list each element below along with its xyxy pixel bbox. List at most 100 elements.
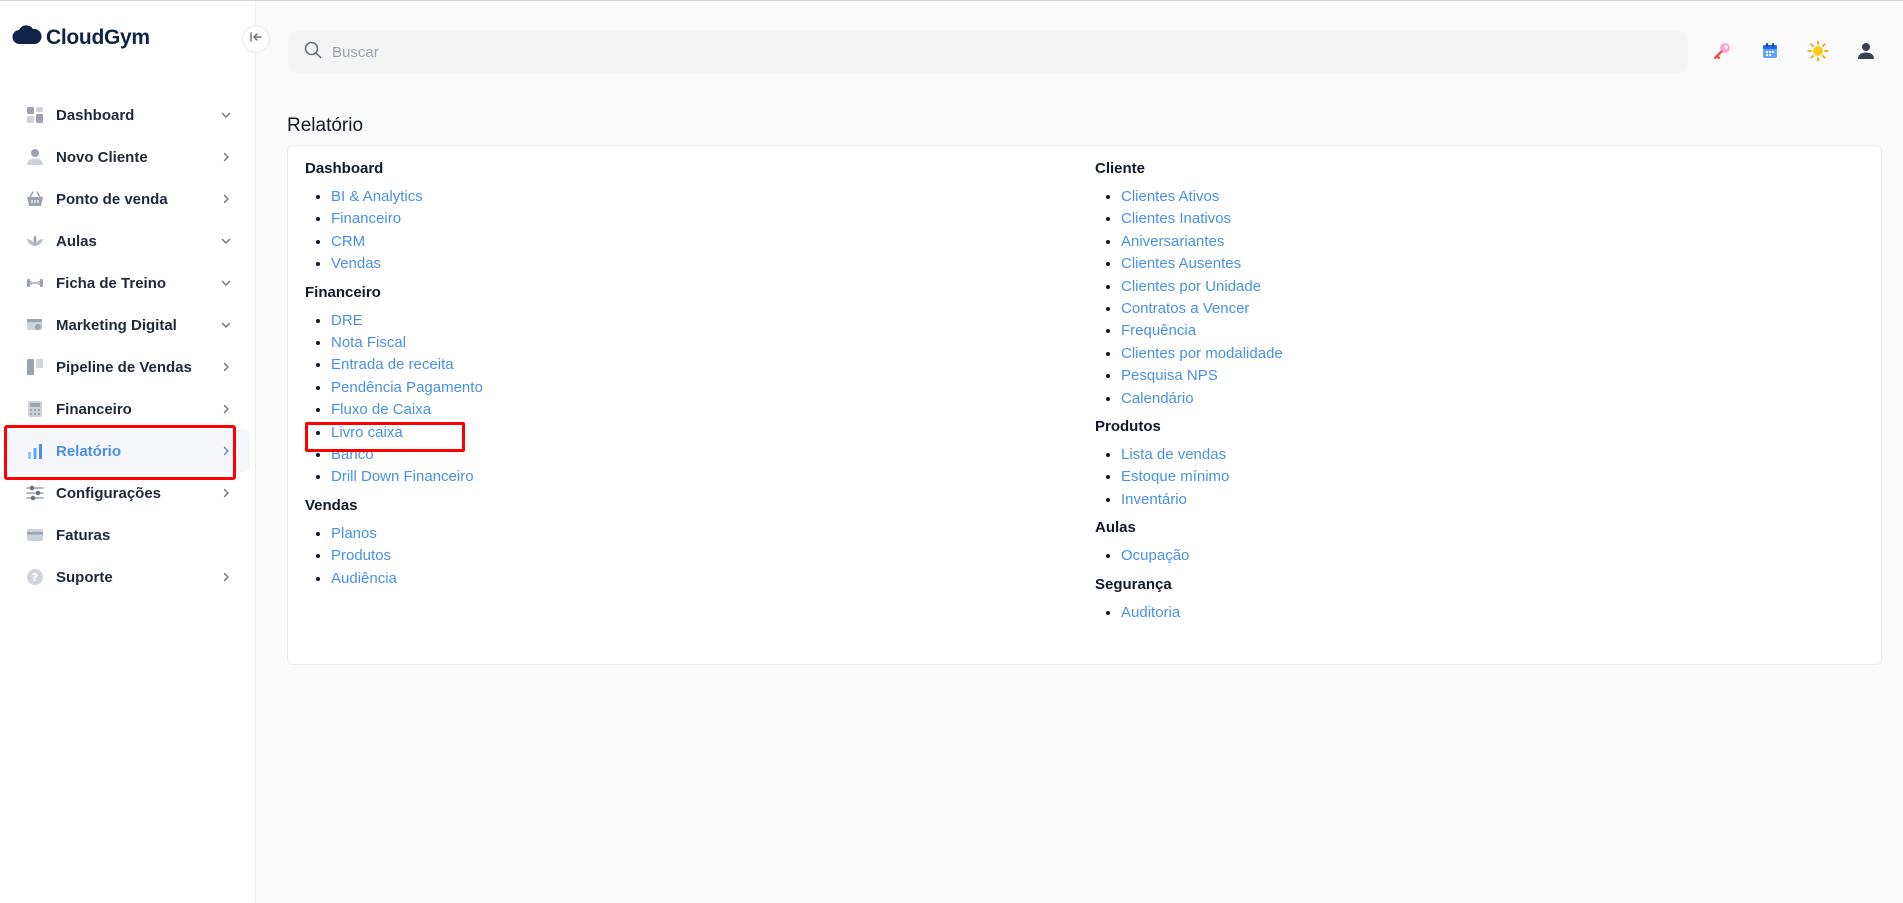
report-link-list: Auditoria [1095,602,1283,624]
list-item: BI & Analytics [331,186,483,208]
report-link-fluxo-de-caixa[interactable]: Fluxo de Caixa [331,401,431,418]
list-item: Pendência Pagamento [331,377,483,399]
sidebar-item-label: Pipeline de Vendas [56,358,192,376]
sidebar-item-label: Novo Cliente [56,148,148,166]
report-link-clientes-por-modalidade[interactable]: Clientes por modalidade [1121,345,1283,362]
megaphone-icon [26,316,44,334]
report-link-frequencia[interactable]: Frequência [1121,322,1196,339]
search-bar[interactable] [288,31,1688,73]
sidebar-item-dashboard[interactable]: Dashboard [6,94,250,136]
report-link-aniversariantes[interactable]: Aniversariantes [1121,233,1224,250]
list-item: Audiência [331,568,483,590]
report-link-dre[interactable]: DRE [331,312,363,329]
report-link-list: Ocupação [1095,545,1283,567]
reports-column-left: Dashboard BI & Analytics Financeiro CRM Vend… [305,160,483,598]
list-item: Nota Fiscal [331,332,483,354]
report-link-financeiro[interactable]: Financeiro [331,210,401,227]
list-item: Pesquisa NPS [1121,365,1283,387]
page-title: Relatório [287,115,364,136]
reports-card: Dashboard BI & Analytics Financeiro CRM Vend… [287,145,1882,665]
credit-card-icon [26,526,44,544]
report-link-estoque-minimo[interactable]: Estoque mínimo [1121,468,1229,485]
sidebar-item-ficha-de-treino[interactable]: Ficha de Treino [6,262,250,304]
report-link-produtos[interactable]: Produtos [331,547,391,564]
list-item: Fluxo de Caixa [331,399,483,421]
report-section-aulas: Aulas Ocupação [1095,519,1283,567]
chevron-down-icon [218,275,234,291]
list-item: DRE [331,310,483,332]
report-link-contratos-a-vencer[interactable]: Contratos a Vencer [1121,300,1249,317]
chevron-right-icon [218,485,234,501]
report-link-livro-caixa[interactable]: Livro caixa [331,424,403,441]
sidebar-item-faturas[interactable]: Faturas [6,514,250,556]
report-link-planos[interactable]: Planos [331,525,377,542]
report-link-audiencia[interactable]: Audiência [331,570,397,587]
sidebar-item-ponto-de-venda[interactable]: Ponto de venda [6,178,250,220]
report-link-pesquisa-nps[interactable]: Pesquisa NPS [1121,367,1218,384]
list-item: Vendas [331,253,483,275]
report-link-calendario[interactable]: Calendário [1121,390,1194,407]
lotus-icon [26,232,44,250]
basket-icon [26,190,44,208]
arrow-left-icon [250,30,262,48]
report-link-drill-down-financeiro[interactable]: Drill Down Financeiro [331,468,474,485]
sidebar-item-label: Suporte [56,568,113,586]
section-title: Produtos [1095,418,1161,436]
report-link-vendas[interactable]: Vendas [331,255,381,272]
list-item: Planos [331,523,483,545]
report-link-clientes-inativos[interactable]: Clientes Inativos [1121,210,1231,227]
report-link-entrada-de-receita[interactable]: Entrada de receita [331,356,454,373]
report-link-list: DRE Nota Fiscal Entrada de receita Pendênci… [305,310,483,489]
chevron-right-icon [218,401,234,417]
chevron-right-icon [218,569,234,585]
calendar-icon[interactable] [1758,39,1782,63]
bar-chart-icon [26,442,44,460]
sidebar-item-relatorio[interactable]: Relatório [6,430,250,472]
report-link-clientes-ativos[interactable]: Clientes Ativos [1121,188,1219,205]
section-title: Cliente [1095,160,1146,177]
search-input[interactable] [332,43,1632,61]
sidebar-item-financeiro[interactable]: Financeiro [6,388,250,430]
report-link-banco[interactable]: Banco [331,446,374,463]
report-link-auditoria[interactable]: Auditoria [1121,604,1180,621]
report-link-list: BI & Analytics Financeiro CRM Vendas [305,186,483,276]
brand-name: CloudGym [46,25,150,49]
report-link-clientes-ausentes[interactable]: Clientes Ausentes [1121,255,1241,272]
report-link-list: Planos Produtos Audiência [305,523,483,590]
section-title: Vendas [305,496,358,514]
list-item: Clientes por Unidade [1121,276,1283,298]
sidebar-item-novo-cliente[interactable]: Novo Cliente [6,136,250,178]
list-item: Calendário [1121,388,1283,410]
profile-icon[interactable] [1854,39,1878,63]
sun-icon[interactable] [1806,39,1830,63]
report-link-lista-de-vendas[interactable]: Lista de vendas [1121,446,1226,463]
sidebar-item-pipeline-de-vendas[interactable]: Pipeline de Vendas [6,346,250,388]
sidebar-item-marketing-digital[interactable]: Marketing Digital [6,304,250,346]
sidebar-item-configuracoes[interactable]: Configurações [6,472,250,514]
sidebar-item-aulas[interactable]: Aulas [6,220,250,262]
sidebar-item-label: Marketing Digital [56,316,177,334]
key-icon[interactable] [1710,39,1734,63]
list-item: Clientes Ausentes [1121,253,1283,275]
report-link-pendencia-pagamento[interactable]: Pendência Pagamento [331,379,483,396]
report-link-ocupacao[interactable]: Ocupação [1121,547,1189,564]
sidebar-nav: Dashboard Novo Cliente Ponto de venda Aulas… [0,94,256,598]
list-item: Lista de vendas [1121,444,1283,466]
brand-logo[interactable]: CloudGym [12,25,150,50]
sidebar-item-label: Relatório [56,442,122,460]
report-link-inventario[interactable]: Inventário [1121,491,1187,508]
report-link-bi-analytics[interactable]: BI & Analytics [331,188,423,205]
report-link-crm[interactable]: CRM [331,233,365,250]
report-link-clientes-por-unidade[interactable]: Clientes por Unidade [1121,278,1261,295]
list-item: Clientes Inativos [1121,208,1283,230]
user-icon [26,148,44,166]
sidebar-item-suporte[interactable]: ? Suporte [6,556,250,598]
sidebar-item-label: Aulas [56,232,97,250]
report-section-seguranca: Segurança Auditoria [1095,576,1283,624]
report-link-list: Lista de vendas Estoque mínimo Inventário [1095,444,1283,511]
collapse-sidebar-button[interactable] [242,25,270,53]
chevron-down-icon [218,233,234,249]
section-title: Segurança [1095,575,1172,593]
chevron-down-icon [218,317,234,333]
report-link-nota-fiscal[interactable]: Nota Fiscal [331,334,406,351]
